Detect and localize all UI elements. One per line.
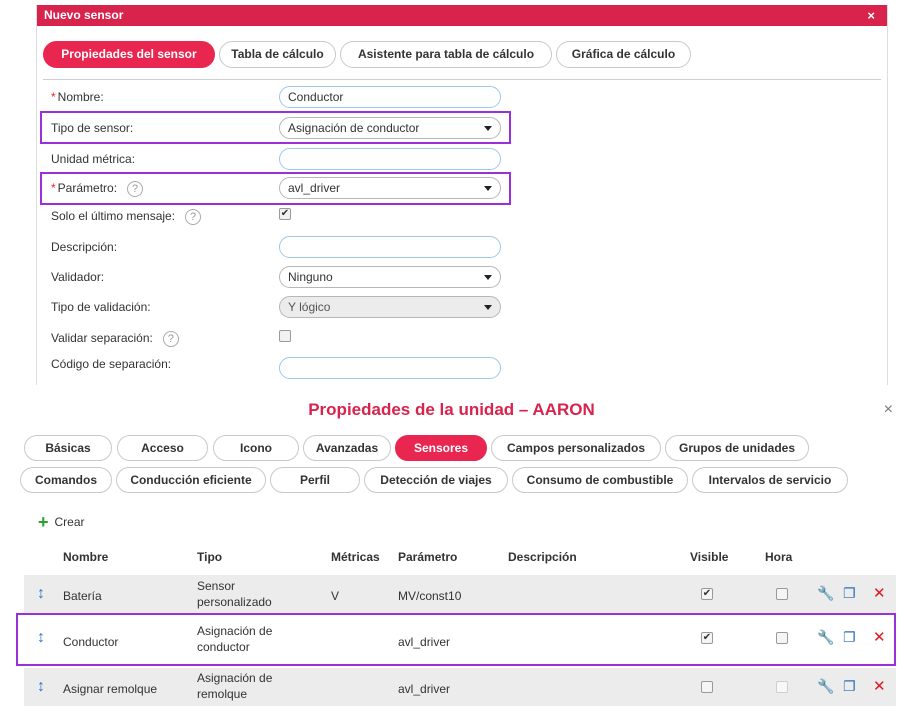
tab-tabla-calculo[interactable]: Tabla de cálculo (219, 41, 336, 68)
help-icon[interactable]: ? (185, 208, 202, 225)
tab-comandos[interactable]: Comandos (20, 467, 112, 493)
unidad-metrica-input[interactable] (279, 148, 501, 170)
drag-handle-icon[interactable]: ↕ (37, 585, 47, 605)
row-name: Asignar remolque (63, 682, 158, 696)
col-metricas: Métricas (331, 550, 380, 564)
tab-consumo-combustible[interactable]: Consumo de combustible (512, 467, 688, 493)
tab-propiedades-sensor[interactable]: Propiedades del sensor (43, 41, 215, 68)
copy-icon[interactable]: ❐ (843, 678, 856, 695)
tab-deteccion-viajes[interactable]: Detección de viajes (364, 467, 508, 493)
tab-intervalos-servicio[interactable]: Intervalos de servicio (692, 467, 848, 493)
validador-value: Ninguno (288, 270, 333, 284)
hora-checkbox[interactable] (776, 588, 788, 600)
drag-handle-icon[interactable]: ↕ (37, 678, 47, 698)
row-name: Batería (63, 589, 102, 603)
delete-icon[interactable]: ✕ (873, 584, 886, 602)
col-nombre: Nombre (63, 550, 109, 564)
row-type-line1: Sensor (197, 579, 236, 593)
highlight-conductor-row (16, 613, 896, 666)
nombre-input[interactable]: Conductor (279, 86, 501, 108)
tab-perfil[interactable]: Perfil (270, 467, 360, 493)
solo-ultimo-label: Solo el último mensaje:? (51, 204, 202, 228)
visible-checkbox[interactable]: ✔ (701, 588, 713, 600)
validador-select[interactable]: Ninguno (279, 266, 501, 288)
tab-grafica-calculo[interactable]: Gráfica de cálculo (556, 41, 691, 68)
required-mark: * (51, 90, 56, 104)
delete-icon[interactable]: ✕ (873, 677, 886, 695)
chevron-down-icon (484, 305, 492, 310)
validador-label: Validador: (51, 270, 105, 284)
tab-grupos-unidades[interactable]: Grupos de unidades (665, 435, 809, 461)
plus-icon: + (38, 512, 49, 532)
unit-dialog-title: Propiedades de la unidad – AARON (308, 400, 595, 419)
row-param: avl_driver (398, 682, 451, 696)
tipo-validacion-label: Tipo de validación: (51, 300, 151, 314)
table-row[interactable]: ↕ Batería Sensor personalizado V MV/cons… (24, 575, 896, 613)
help-icon[interactable]: ? (162, 330, 179, 347)
highlight-parametro (40, 172, 511, 205)
validar-separacion-checkbox[interactable] (279, 330, 291, 342)
solo-ultimo-checkbox[interactable]: ✔ (279, 208, 291, 220)
codigo-separacion-label: Código de separación: (51, 357, 172, 371)
col-tipo: Tipo (197, 550, 223, 564)
tipo-validacion-value: Y lógico (288, 300, 331, 314)
tab-acceso[interactable]: Acceso (117, 435, 208, 461)
col-visible: Visible (690, 550, 729, 564)
col-hora: Hora (765, 550, 793, 564)
wrench-icon[interactable]: 🔧 (817, 678, 834, 695)
tab-sensores[interactable]: Sensores (395, 435, 487, 461)
table-row[interactable]: ↕ Asignar remolque Asignación de remolqu… (24, 668, 896, 706)
tab-avanzadas[interactable]: Avanzadas (303, 435, 391, 461)
highlight-tipo-sensor (40, 111, 511, 144)
tab-asistente-tabla[interactable]: Asistente para tabla de cálculo (340, 41, 552, 68)
copy-icon[interactable]: ❐ (843, 585, 856, 602)
validar-separacion-label: Validar separación:? (51, 326, 179, 350)
tab-conduccion-eficiente[interactable]: Conducción eficiente (116, 467, 266, 493)
chevron-down-icon (484, 275, 492, 280)
unidad-metrica-label: Unidad métrica: (51, 152, 136, 166)
tab-icono[interactable]: Icono (213, 435, 299, 461)
tab-divider (43, 79, 881, 80)
tipo-validacion-select[interactable]: Y lógico (279, 296, 501, 318)
descripcion-label: Descripción: (51, 240, 118, 254)
row-param: MV/const10 (398, 589, 462, 603)
tab-basicas[interactable]: Básicas (24, 435, 112, 461)
col-parametro: Parámetro (398, 550, 458, 564)
nombre-label: * Nombre: (51, 90, 104, 104)
row-metric: V (331, 589, 340, 603)
row-type-line2: remolque (197, 687, 248, 701)
tab-campos-personalizados[interactable]: Campos personalizados (491, 435, 661, 461)
descripcion-input[interactable] (279, 236, 501, 258)
visible-checkbox[interactable] (701, 681, 713, 693)
dialog-title: Nuevo sensor (44, 8, 124, 22)
codigo-separacion-input[interactable] (279, 357, 501, 379)
create-sensor-button[interactable]: + Crear (38, 512, 85, 533)
wrench-icon[interactable]: 🔧 (817, 585, 834, 602)
row-type-line2: personalizado (197, 595, 272, 609)
close-icon[interactable]: × (867, 5, 875, 26)
col-descripcion: Descripción (508, 550, 577, 564)
close-icon[interactable]: × (884, 401, 893, 419)
hora-checkbox[interactable] (776, 681, 788, 693)
row-type-line1: Asignación de (197, 671, 273, 685)
dialog-header: Nuevo sensor × (37, 5, 887, 26)
